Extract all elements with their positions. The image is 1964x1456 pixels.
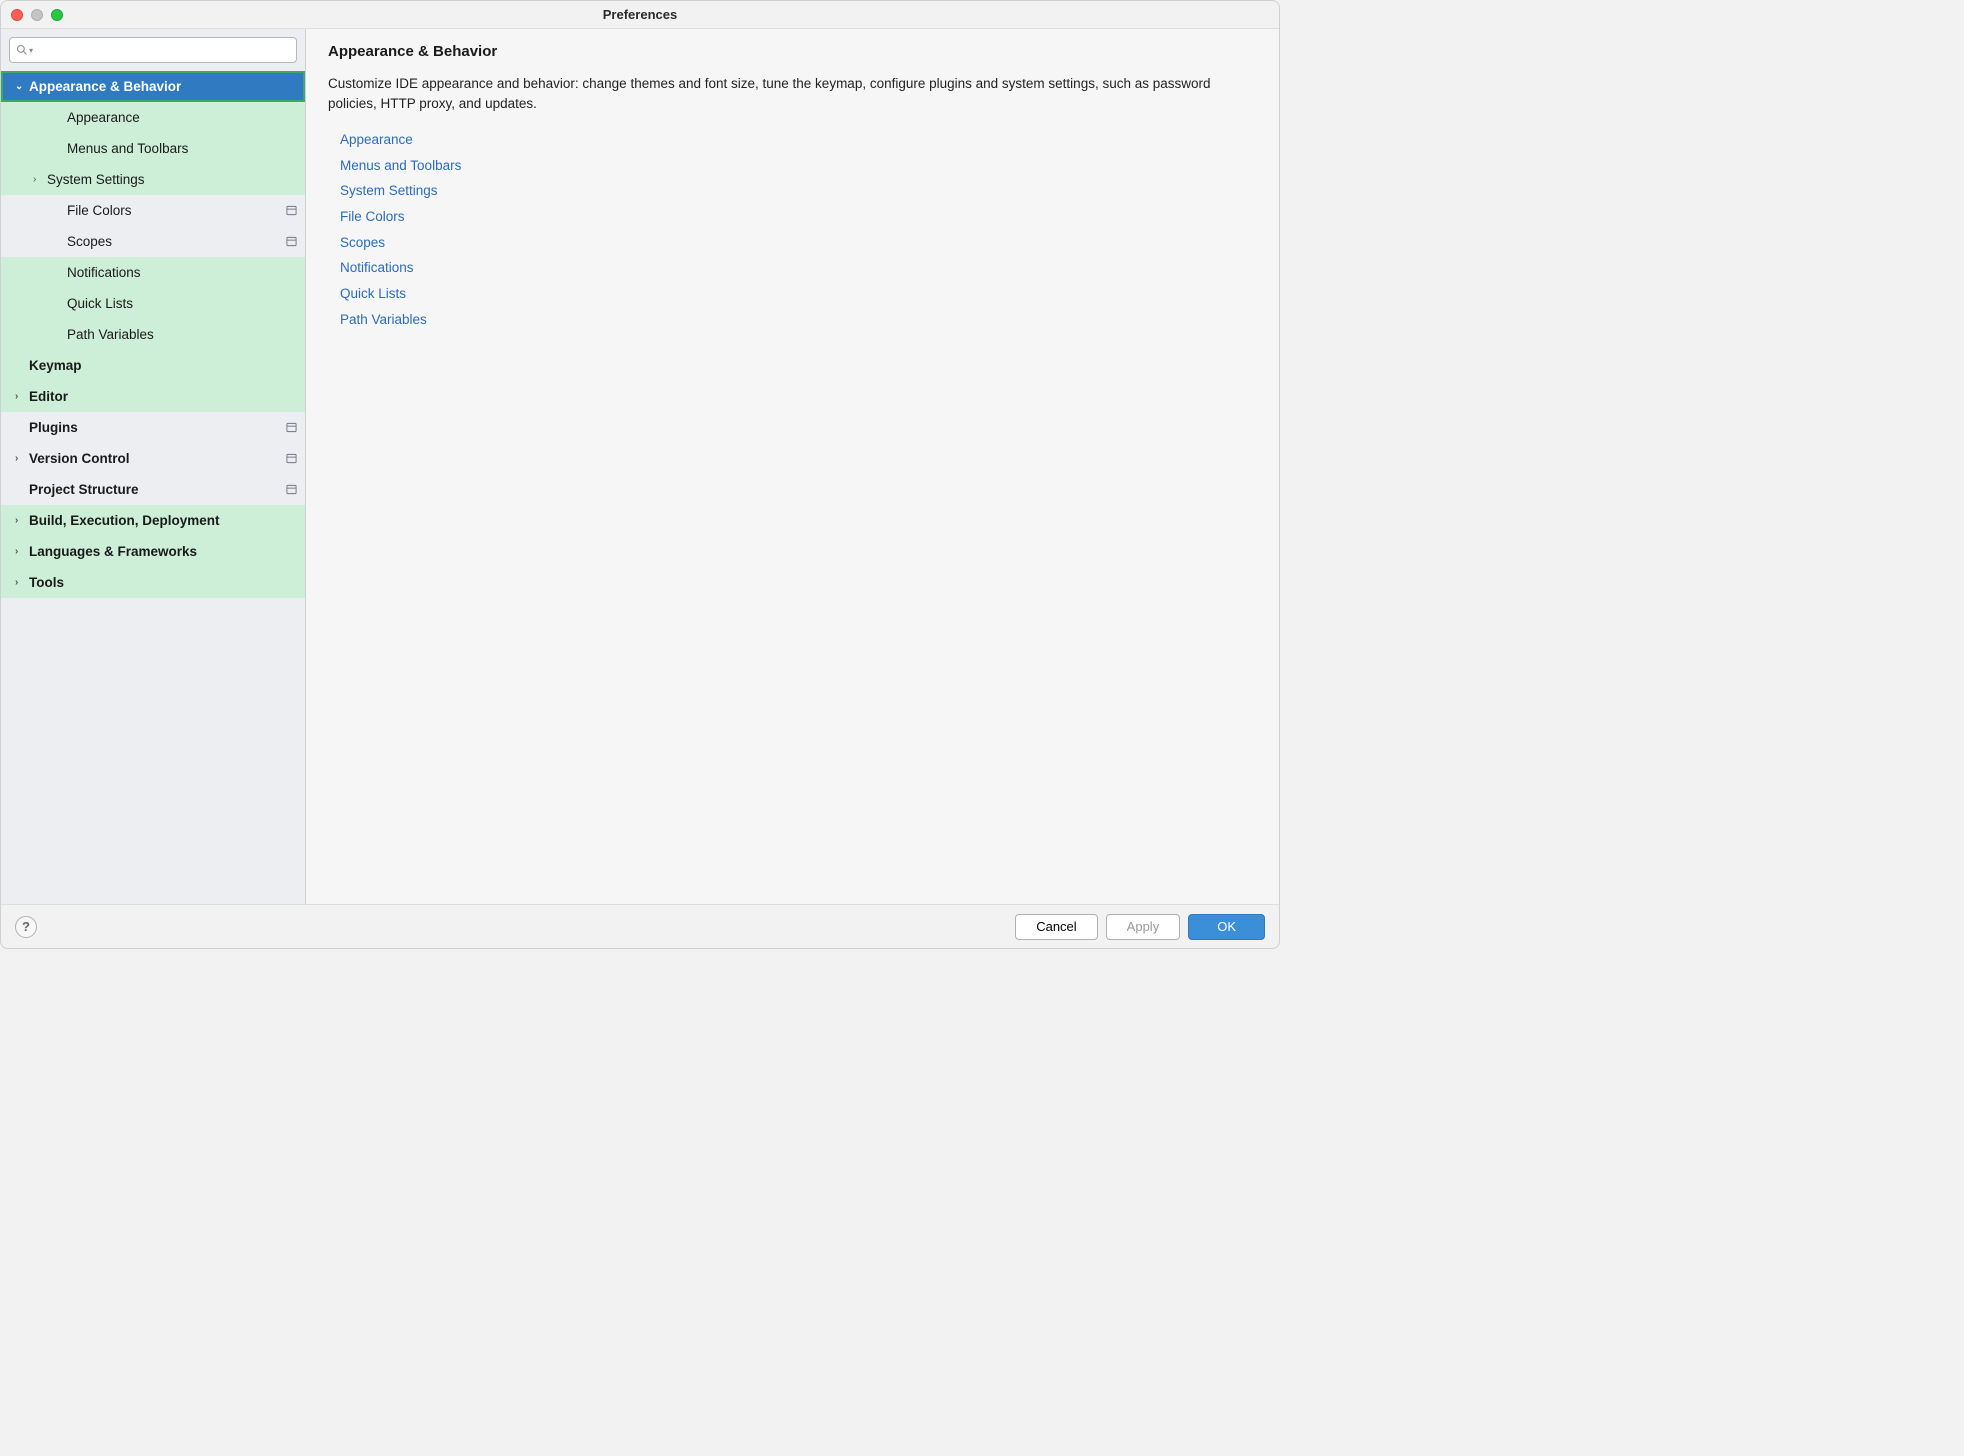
apply-button[interactable]: Apply: [1106, 914, 1181, 940]
search-dropdown-icon[interactable]: ▾: [29, 46, 33, 55]
expand-arrow-icon[interactable]: ›: [15, 391, 29, 402]
tree-item-quick-lists[interactable]: Quick Lists: [1, 288, 305, 319]
search-wrap: ▾: [1, 29, 305, 71]
page-link-scopes[interactable]: Scopes: [340, 230, 1257, 256]
ok-button[interactable]: OK: [1188, 914, 1265, 940]
page-description: Customize IDE appearance and behavior: c…: [328, 74, 1257, 113]
tree-item-label: Scopes: [67, 234, 112, 249]
tree-item-label: Menus and Toolbars: [67, 141, 188, 156]
project-scope-icon: [286, 205, 297, 216]
cancel-button[interactable]: Cancel: [1015, 914, 1097, 940]
page-link-file-colors[interactable]: File Colors: [340, 204, 1257, 230]
tree-item-label: Tools: [29, 575, 64, 590]
search-input[interactable]: [37, 43, 290, 58]
expand-arrow-icon[interactable]: ⌄: [15, 81, 29, 92]
page-link-menus-and-toolbars[interactable]: Menus and Toolbars: [340, 153, 1257, 179]
window-title: Preferences: [1, 7, 1279, 22]
search-icon: [16, 44, 28, 56]
tree-item-label: Build, Execution, Deployment: [29, 513, 220, 528]
tree-item-keymap[interactable]: Keymap: [1, 350, 305, 381]
tree-item-label: Version Control: [29, 451, 130, 466]
sidebar: ▾ ⌄Appearance & Behavior Appearance Menus …: [1, 29, 306, 904]
tree-item-label: Appearance: [67, 110, 140, 125]
tree-item-label: Quick Lists: [67, 296, 133, 311]
tree-item-build-execution-deployment[interactable]: ›Build, Execution, Deployment: [1, 505, 305, 536]
expand-arrow-icon[interactable]: ›: [15, 577, 29, 588]
tree-item-appearance-behavior[interactable]: ⌄Appearance & Behavior: [1, 71, 305, 102]
tree-item-appearance[interactable]: Appearance: [1, 102, 305, 133]
tree-item-label: Notifications: [67, 265, 141, 280]
tree-item-languages-frameworks[interactable]: ›Languages & Frameworks: [1, 536, 305, 567]
page-title: Appearance & Behavior: [328, 43, 1257, 60]
tree-item-label: Keymap: [29, 358, 82, 373]
tree-item-plugins[interactable]: Plugins: [1, 412, 305, 443]
search-box[interactable]: ▾: [9, 37, 297, 63]
tree-item-label: Appearance & Behavior: [29, 79, 181, 94]
tree-item-file-colors[interactable]: File Colors: [1, 195, 305, 226]
tree-item-label: Plugins: [29, 420, 78, 435]
expand-arrow-icon[interactable]: ›: [33, 174, 47, 185]
page-links: AppearanceMenus and ToolbarsSystem Setti…: [328, 127, 1257, 332]
page-link-notifications[interactable]: Notifications: [340, 255, 1257, 281]
project-scope-icon: [286, 422, 297, 433]
page-link-appearance[interactable]: Appearance: [340, 127, 1257, 153]
tree-item-label: Path Variables: [67, 327, 154, 342]
project-scope-icon: [286, 484, 297, 495]
tree-item-label: Editor: [29, 389, 68, 404]
page-link-quick-lists[interactable]: Quick Lists: [340, 281, 1257, 307]
content-area: ▾ ⌄Appearance & BehaviorAppearanceMenus …: [1, 29, 1279, 904]
tree-item-path-variables[interactable]: Path Variables: [1, 319, 305, 350]
tree-item-label: Project Structure: [29, 482, 139, 497]
main-panel: Appearance & Behavior Customize IDE appe…: [306, 29, 1279, 904]
tree-item-tools[interactable]: ›Tools: [1, 567, 305, 598]
project-scope-icon: [286, 453, 297, 464]
preferences-window: Preferences ▾ ⌄Appearance & BehaviorAppe…: [0, 0, 1280, 949]
footer: ? Cancel Apply OK: [1, 904, 1279, 948]
tree-item-system-settings[interactable]: ›System Settings: [1, 164, 305, 195]
page-link-system-settings[interactable]: System Settings: [340, 178, 1257, 204]
page-link-path-variables[interactable]: Path Variables: [340, 307, 1257, 333]
tree-item-menus-and-toolbars[interactable]: Menus and Toolbars: [1, 133, 305, 164]
expand-arrow-icon[interactable]: ›: [15, 453, 29, 464]
project-scope-icon: [286, 236, 297, 247]
tree-item-version-control[interactable]: ›Version Control: [1, 443, 305, 474]
help-button[interactable]: ?: [15, 916, 37, 938]
settings-tree: ⌄Appearance & Behavior Appearance Menus an…: [1, 71, 305, 904]
tree-item-label: System Settings: [47, 172, 145, 187]
tree-item-notifications[interactable]: Notifications: [1, 257, 305, 288]
tree-item-label: Languages & Frameworks: [29, 544, 197, 559]
tree-item-label: File Colors: [67, 203, 132, 218]
expand-arrow-icon[interactable]: ›: [15, 546, 29, 557]
tree-item-project-structure[interactable]: Project Structure: [1, 474, 305, 505]
tree-item-scopes[interactable]: Scopes: [1, 226, 305, 257]
tree-item-editor[interactable]: ›Editor: [1, 381, 305, 412]
titlebar: Preferences: [1, 1, 1279, 29]
expand-arrow-icon[interactable]: ›: [15, 515, 29, 526]
